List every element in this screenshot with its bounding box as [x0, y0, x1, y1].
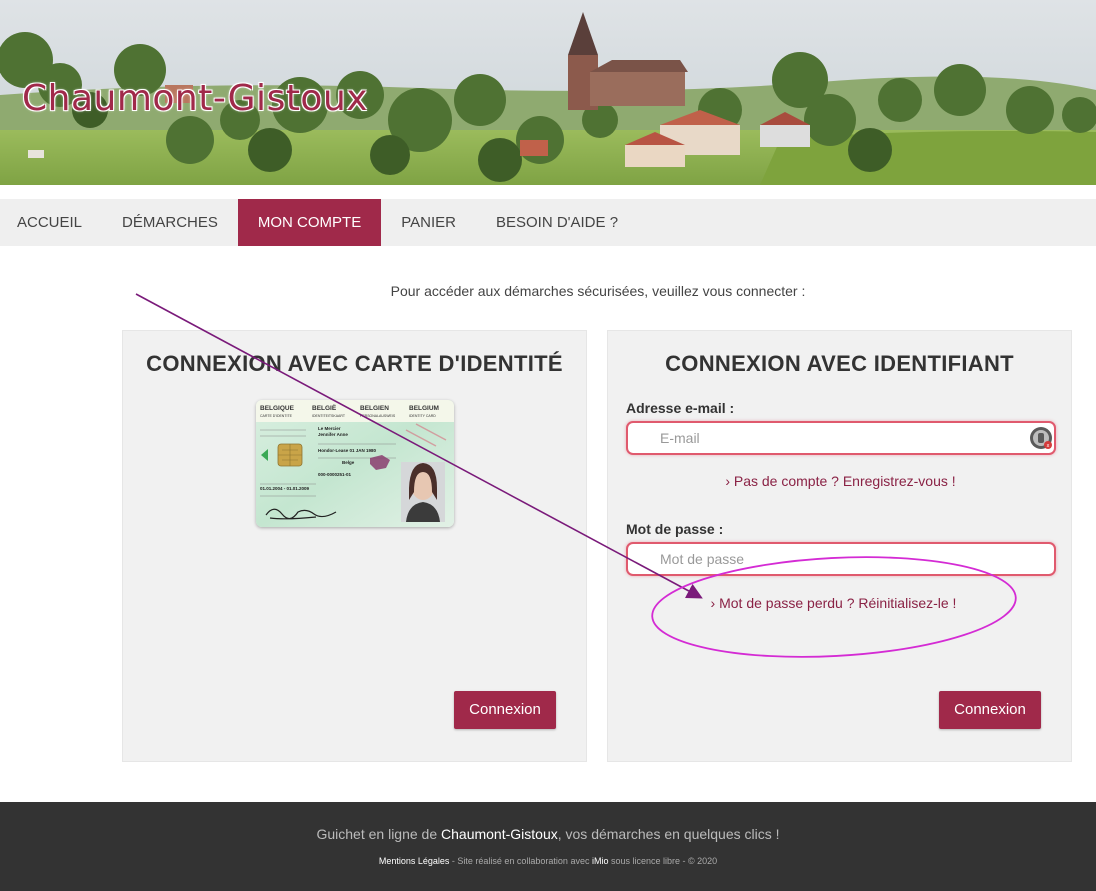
eid-connexion-button[interactable]: Connexion — [454, 691, 556, 729]
nav-item-panier[interactable]: PANIER — [381, 199, 476, 246]
card-surname: Le Mercier — [318, 426, 341, 431]
credentials-connexion-button[interactable]: Connexion — [939, 691, 1041, 729]
card-validity: 01.01.2004 - 01.01.2009 — [260, 486, 310, 491]
credentials-login-panel: CONNEXION AVEC IDENTIFIANT Adresse e-mai… — [607, 330, 1072, 762]
card-header-de: BELGIEN — [360, 405, 389, 412]
svg-text:x: x — [1047, 443, 1050, 449]
footer-legal-link[interactable]: Mentions Légales — [379, 856, 450, 866]
belgian-id-card-image: BELGIQUE BELGIË BELGIEN BELGIUM CARTE D'… — [256, 400, 454, 527]
card-header-fr: BELGIQUE — [260, 405, 295, 412]
card-nationality: Belge — [342, 460, 355, 465]
footer-suffix: , vos démarches en quelques clics ! — [557, 826, 780, 842]
nav-item-besoin-aide[interactable]: BESOIN D'AIDE ? — [476, 199, 638, 246]
password-input[interactable] — [626, 542, 1056, 576]
email-label: Adresse e-mail : — [626, 400, 735, 416]
page-footer: Guichet en ligne de Chaumont-Gistoux, vo… — [0, 802, 1096, 891]
reset-password-link[interactable]: › Mot de passe perdu ? Réinitialisez-le … — [601, 595, 1066, 611]
footer-credit-text: - Site réalisé en collaboration avec — [449, 856, 592, 866]
footer-credits: Mentions Légales - Site réalisé en colla… — [0, 856, 1096, 866]
card-header-en: BELGIUM — [409, 405, 439, 412]
card-subheader-nl: IDENTITEITSKAART — [312, 414, 346, 418]
card-birth: Hondor-Lease 01 JAN 1980 — [318, 448, 377, 453]
card-subheader-en: IDENTITY CARD — [409, 414, 436, 418]
nav-item-mon-compte[interactable]: MON COMPTE — [237, 199, 382, 246]
register-link[interactable]: › Pas de compte ? Enregistrez-vous ! — [608, 473, 1073, 489]
card-subheader-fr: CARTE D'IDENTITE — [260, 414, 293, 418]
footer-credit-end: sous licence libre - © 2020 — [608, 856, 718, 866]
footer-prefix: Guichet en ligne de — [316, 826, 442, 842]
main-navigation: ACCUEIL DÉMARCHES MON COMPTE PANIER BESO… — [0, 199, 1096, 246]
eid-login-panel: CONNEXION AVEC CARTE D'IDENTITÉ BELGIQUE… — [122, 330, 587, 762]
header-banner: Chaumont-Gistoux — [0, 0, 1096, 185]
email-input[interactable] — [626, 421, 1056, 455]
credentials-panel-title: CONNEXION AVEC IDENTIFIANT — [665, 351, 1014, 376]
footer-town: Chaumont-Gistoux — [441, 826, 558, 842]
nav-item-demarches[interactable]: DÉMARCHES — [102, 199, 238, 246]
eid-panel-title: CONNEXION AVEC CARTE D'IDENTITÉ — [146, 351, 563, 376]
nav-item-accueil[interactable]: ACCUEIL — [0, 199, 102, 246]
card-header-nl: BELGIË — [312, 404, 337, 412]
site-title[interactable]: Chaumont-Gistoux — [22, 78, 368, 119]
password-manager-icon[interactable]: x — [1029, 426, 1053, 450]
login-intro-text: Pour accéder aux démarches sécurisées, v… — [390, 283, 806, 299]
card-subheader-de: PERSONALAUSWEIS — [360, 414, 396, 418]
footer-tagline: Guichet en ligne de Chaumont-Gistoux, vo… — [0, 826, 1096, 842]
card-number: 000-0000251-01 — [318, 472, 352, 477]
password-label: Mot de passe : — [626, 521, 724, 537]
footer-partner-link[interactable]: iMio — [592, 856, 609, 866]
card-given-name: Jennifer Anne — [318, 432, 348, 437]
